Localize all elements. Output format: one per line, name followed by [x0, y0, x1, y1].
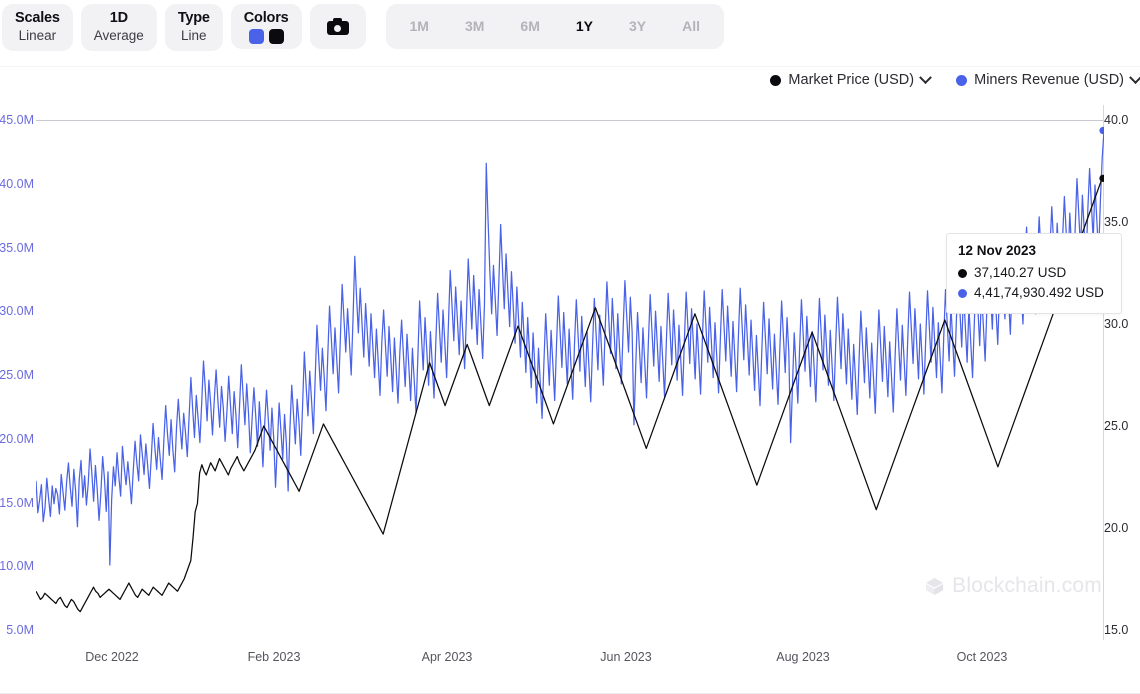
y-tick-right: 25.0 — [1104, 419, 1129, 433]
chart-plot — [36, 105, 1104, 640]
y-tick-right: 40.0 — [1104, 113, 1129, 127]
series-svg — [36, 126, 1104, 613]
scales-button-title: Scales — [15, 10, 60, 26]
series-line-left — [36, 130, 1104, 566]
x-tick-label: Oct 2023 — [956, 650, 1008, 664]
y-tick-left: 20.0M — [0, 431, 34, 446]
legend-label-market-price: Market Price (USD) — [788, 72, 915, 88]
x-tick-label: Apr 2023 — [421, 650, 473, 664]
color-swatch-black[interactable] — [268, 29, 284, 44]
y-tick-left: 10.0M — [0, 559, 34, 574]
colors-button-title: Colors — [243, 10, 289, 26]
legend-item-miners-revenue[interactable]: Miners Revenue (USD) — [956, 70, 1140, 88]
tooltip-value-market-price: 37,140.27 USD — [974, 265, 1067, 280]
screenshot-button[interactable] — [309, 4, 366, 49]
tooltip-dot-market-price — [958, 268, 967, 278]
type-button-title: Type — [177, 10, 210, 26]
tooltip-value-miners-revenue: 4,41,74,930.492 USD — [974, 285, 1104, 300]
y-tick-right: 20.0 — [1104, 521, 1129, 535]
legend-item-market-price[interactable]: Market Price (USD) — [770, 70, 932, 88]
series-end-marker-right — [1099, 174, 1104, 182]
y-tick-left: 30.0M — [0, 304, 34, 319]
x-tick-label: Feb 2023 — [247, 650, 301, 664]
chart-tooltip: 12 Nov 2023 37,140.27 USD 4,41,74,930.49… — [946, 233, 1122, 314]
range-1m[interactable]: 1M — [392, 4, 447, 49]
y-tick-left: 15.0M — [0, 495, 34, 510]
y-axis-left: 45.0M 40.0M 35.0M 30.0M 25.0M 20.0M 15.0M 10.0M… — [0, 105, 36, 640]
range-1y[interactable]: 1Y — [558, 4, 611, 49]
scales-button[interactable]: Scales Linear — [2, 4, 73, 51]
interval-button-title: 1D — [109, 10, 128, 26]
x-tick-label: Dec 2022 — [85, 650, 139, 664]
tooltip-dot-miners-revenue — [958, 288, 967, 298]
type-button[interactable]: Type Line — [164, 4, 223, 51]
y-tick-right: 35.0 — [1104, 215, 1129, 229]
chart-canvas[interactable]: 45.0M 40.0M 35.0M 30.0M 25.0M 20.0M 15.0M 10.0M… — [0, 105, 1140, 640]
range-3m[interactable]: 3M — [447, 4, 502, 49]
chart-legend: Market Price (USD) Miners Revenue (USD) — [770, 70, 1140, 88]
time-range-group: 1M 3M 6M 1Y 3Y All — [385, 4, 725, 49]
y-tick-left: 25.0M — [0, 368, 34, 382]
range-3y[interactable]: 3Y — [611, 4, 664, 49]
x-tick-label: Jun 2023 — [600, 650, 652, 664]
y-tick-left: 45.0M — [0, 113, 34, 127]
tooltip-date: 12 Nov 2023 — [958, 243, 1037, 258]
chevron-down-icon[interactable] — [919, 70, 932, 84]
range-6m[interactable]: 6M — [502, 4, 557, 49]
tooltip-row-miners-revenue: 4,41,74,930.492 USD — [958, 283, 1110, 303]
legend-dot-miners-revenue — [956, 74, 968, 86]
color-swatch-blue[interactable] — [248, 29, 264, 44]
colors-button[interactable]: Colors — [230, 4, 302, 49]
type-button-value: Line — [181, 28, 207, 43]
chart-toolbar: Scales Linear 1D Average Type Line Color… — [0, 0, 1140, 67]
y-tick-right: 15.0 — [1104, 623, 1129, 637]
interval-button[interactable]: 1D Average — [80, 4, 157, 51]
series-end-marker-left — [1099, 126, 1104, 135]
y-tick-left: 40.0M — [0, 176, 34, 191]
cube-logo-icon — [925, 577, 944, 596]
y-tick-right: 30.0 — [1104, 317, 1129, 331]
y-tick-left: 35.0M — [0, 240, 34, 255]
x-tick-label: Aug 2023 — [776, 650, 830, 664]
y-tick-left: 5.0M — [6, 623, 34, 637]
chevron-down-icon[interactable] — [1129, 70, 1140, 84]
range-all[interactable]: All — [664, 4, 718, 49]
scales-button-value: Linear — [18, 28, 57, 43]
color-swatches — [248, 29, 284, 44]
legend-label-miners-revenue: Miners Revenue (USD) — [974, 72, 1124, 88]
watermark-text: Blockchain.com — [952, 574, 1102, 597]
camera-icon — [326, 18, 349, 35]
tooltip-row-market-price: 37,140.27 USD — [958, 263, 1110, 283]
watermark: Blockchain.com — [925, 574, 1102, 598]
chart-page: Scales Linear 1D Average Type Line Color… — [0, 0, 1140, 694]
x-axis: Dec 2022 Feb 2023 Apr 2023 Jun 2023 Aug 2023… — [0, 640, 1140, 694]
interval-button-value: Average — [93, 28, 144, 43]
legend-dot-market-price — [770, 74, 782, 86]
y-axis-right: 40.0 35.0 30.0 25.0 20.0 15.0 — [1100, 105, 1140, 640]
